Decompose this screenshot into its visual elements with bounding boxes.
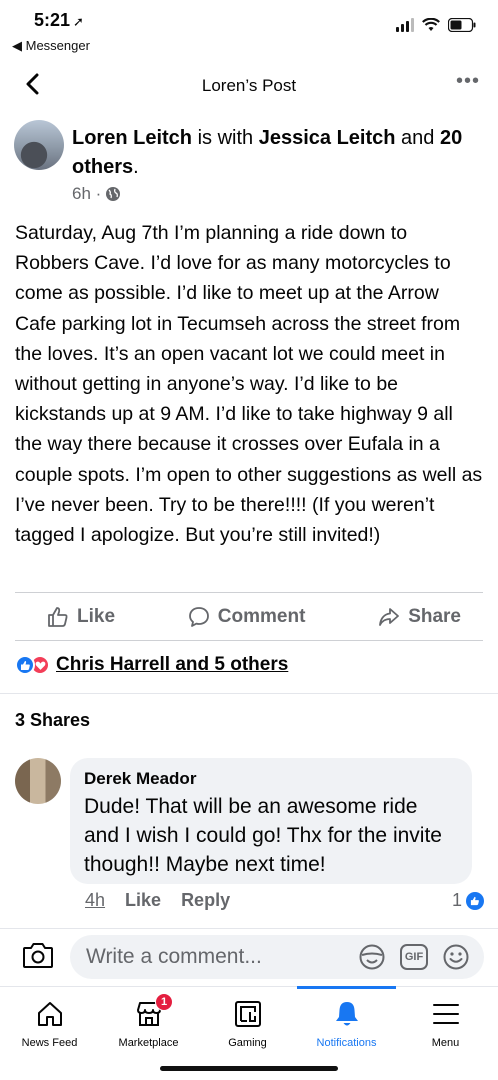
tab-label: News Feed bbox=[21, 1037, 78, 1049]
camera-icon bbox=[23, 943, 53, 968]
emoji-icon[interactable] bbox=[442, 943, 470, 971]
clock-text: 5:21 bbox=[34, 10, 71, 30]
like-reaction-icon bbox=[15, 655, 35, 675]
bottom-tab-bar: News Feed 1 Marketplace Gaming Notificat… bbox=[0, 986, 498, 1080]
status-icons bbox=[396, 18, 476, 32]
menu-icon bbox=[432, 1004, 459, 1024]
home-indicator bbox=[160, 1066, 338, 1071]
post-time[interactable]: 6h · bbox=[72, 184, 101, 204]
like-reaction-icon bbox=[466, 891, 484, 910]
tab-label: Marketplace bbox=[118, 1037, 179, 1049]
status-bar: 5:21 ➚ ◀ Messenger bbox=[0, 0, 498, 58]
reactions-summary[interactable]: Chris Harrell and 5 others bbox=[15, 654, 288, 676]
post-header: Loren Leitch is with Jessica Leitch and … bbox=[14, 120, 484, 210]
sticker-icon[interactable] bbox=[358, 943, 386, 971]
wifi-icon bbox=[422, 18, 440, 31]
globe-icon bbox=[106, 187, 121, 201]
tab-menu[interactable]: Menu bbox=[396, 987, 495, 1057]
and-text: and bbox=[401, 127, 435, 149]
page-title: Loren’s Post bbox=[201, 76, 297, 95]
status-time: 5:21 ➚ bbox=[34, 10, 84, 31]
tab-news-feed[interactable]: News Feed bbox=[0, 987, 99, 1057]
bell-icon bbox=[335, 1002, 358, 1026]
tab-label: Menu bbox=[431, 1037, 460, 1049]
comment-icon bbox=[188, 607, 209, 627]
like-button[interactable]: Like bbox=[47, 606, 115, 628]
shares-count[interactable]: 3 Shares bbox=[15, 710, 90, 731]
author-avatar[interactable] bbox=[14, 120, 64, 170]
comment-text: Dude! That will be an awesome ride and I… bbox=[84, 795, 442, 876]
comment-author[interactable]: Derek Meador bbox=[84, 768, 458, 790]
share-button[interactable]: Share bbox=[378, 606, 461, 628]
divider bbox=[15, 592, 483, 593]
back-to-app-link[interactable]: ◀ Messenger bbox=[12, 38, 90, 54]
signal-icon bbox=[396, 18, 414, 32]
share-label: Share bbox=[408, 606, 461, 627]
composer-icons: GIF bbox=[358, 943, 470, 971]
commenter-avatar[interactable] bbox=[15, 758, 61, 804]
comment-meta: 4h Like Reply bbox=[85, 890, 230, 911]
post-actions: Like Comment Share bbox=[15, 598, 483, 636]
post-meta: 6h · bbox=[72, 184, 121, 204]
comment-composer: GIF bbox=[0, 928, 498, 984]
tab-notifications[interactable]: Notifications bbox=[297, 986, 396, 1057]
more-options-button[interactable]: ••• bbox=[456, 70, 480, 93]
more-icon: ••• bbox=[455, 70, 480, 92]
comment-bubble[interactable]: Derek Meador Dude! That will be an aweso… bbox=[70, 758, 472, 884]
comment-reply-button[interactable]: Reply bbox=[181, 890, 230, 911]
battery-icon bbox=[448, 18, 476, 32]
tab-gaming[interactable]: Gaming bbox=[198, 987, 297, 1057]
author-name[interactable]: Loren Leitch bbox=[72, 127, 192, 149]
tab-marketplace[interactable]: 1 Marketplace bbox=[99, 987, 198, 1057]
divider bbox=[15, 640, 483, 641]
tagged-name[interactable]: Jessica Leitch bbox=[259, 127, 396, 149]
tab-label: Notifications bbox=[316, 1037, 377, 1049]
gif-label: GIF bbox=[404, 951, 424, 963]
comment-like-number: 1 bbox=[451, 890, 462, 910]
post-author-line: Loren Leitch is with Jessica Leitch and … bbox=[72, 127, 463, 178]
share-icon bbox=[379, 608, 400, 626]
comment-button[interactable]: Comment bbox=[188, 606, 306, 628]
divider bbox=[0, 693, 498, 694]
location-arrow-icon: ➚ bbox=[73, 14, 84, 29]
thumbs-up-icon bbox=[48, 607, 68, 627]
comment-like-count[interactable]: 1 bbox=[452, 890, 484, 911]
notification-badge: 1 bbox=[155, 993, 173, 1011]
post-body: Saturday, Aug 7th I’m planning a ride do… bbox=[15, 222, 483, 547]
camera-button[interactable] bbox=[22, 941, 54, 974]
like-label: Like bbox=[77, 606, 116, 627]
gaming-icon bbox=[234, 1001, 261, 1027]
comment-like-button[interactable]: Like bbox=[125, 890, 161, 911]
comment-time[interactable]: 4h bbox=[85, 890, 105, 911]
with-text: is with bbox=[197, 127, 254, 149]
reactions-text[interactable]: Chris Harrell and 5 others bbox=[56, 654, 288, 676]
gif-button[interactable]: GIF bbox=[400, 944, 428, 970]
home-icon bbox=[37, 1002, 62, 1026]
tab-label: Gaming bbox=[228, 1037, 267, 1049]
back-app-label: Messenger bbox=[25, 38, 90, 53]
post-navbar: Loren’s Post ••• bbox=[0, 64, 498, 108]
comment-label: Comment bbox=[217, 606, 306, 627]
